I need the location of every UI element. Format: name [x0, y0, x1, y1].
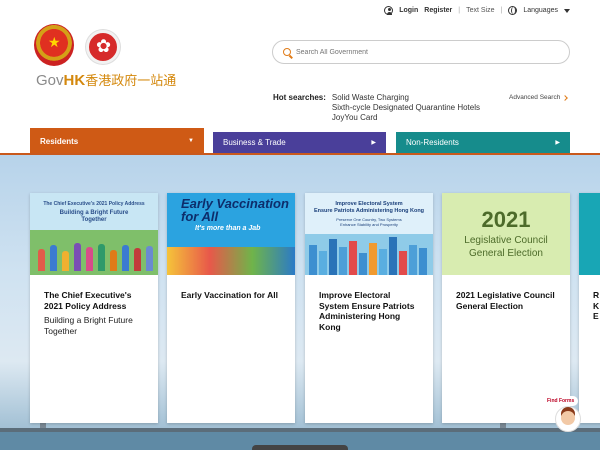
card-image: Early Vaccination for All It's more than… [167, 193, 295, 275]
tab-non-residents[interactable]: Non-Residents ▶ [396, 132, 570, 153]
card-title: Improve Electoral System Ensure Patriots… [319, 290, 415, 332]
find-forms-button[interactable]: Find Forms [543, 396, 587, 438]
text-size-button[interactable]: Text Size [466, 7, 494, 14]
arrow-right-icon: ▶ [371, 140, 376, 146]
hot-search-item[interactable]: JoyYou Card [332, 113, 480, 123]
card-early-vaccination[interactable]: Early Vaccination for All It's more than… [167, 193, 295, 423]
dropdown-arrow-icon: ▼ [188, 138, 194, 144]
hot-searches-label: Hot searches: [273, 93, 326, 102]
hot-searches-list: Solid Waste Charging Sixth-cycle Designa… [332, 93, 480, 123]
hot-searches: Hot searches: Solid Waste Charging Sixth… [273, 93, 480, 123]
tab-business-trade[interactable]: Business & Trade ▶ [213, 132, 386, 153]
top-utility-bar: Login Register | Text Size | Languages [384, 6, 570, 15]
hero-banner: The Chief Executive's 2021 Policy Addres… [0, 155, 600, 450]
card-subtitle: Building a Bright Future Together [44, 315, 133, 336]
hksar-emblem-icon: ✿ [86, 30, 120, 64]
card-image [579, 193, 600, 275]
caret-down-icon [564, 8, 570, 13]
prc-emblem-icon: ★ [34, 24, 74, 66]
login-link[interactable]: Login [399, 7, 418, 14]
card-image: The Chief Executive's 2021 Policy Addres… [30, 193, 158, 275]
separator: | [458, 7, 461, 14]
advanced-search-link[interactable]: Advanced Search [509, 94, 569, 101]
card-title: R K E [593, 290, 600, 321]
card-image: 2021 Legislative Council General Electio… [442, 193, 570, 275]
globe-icon [508, 6, 518, 15]
hot-search-item[interactable]: Solid Waste Charging [332, 93, 480, 103]
govhk-logo[interactable]: ★ ✿ GovHK香港政府一站通 [30, 24, 180, 94]
find-forms-label: Find Forms [543, 396, 579, 406]
chevron-right-icon [562, 94, 569, 101]
mascot-icon [555, 406, 581, 432]
logo-text: GovHK香港政府一站通 [36, 72, 177, 89]
card-electoral-system[interactable]: Improve Electoral System Ensure Patriots… [305, 193, 433, 423]
languages-dropdown[interactable]: Languages [523, 7, 558, 14]
register-link[interactable]: Register [424, 7, 452, 14]
search-icon [283, 48, 291, 56]
card-partial[interactable]: R K E [579, 193, 600, 423]
card-title: The Chief Executive's 2021 Policy Addres… [44, 290, 132, 311]
hot-search-item[interactable]: Sixth-cycle Designated Quarantine Hotels [332, 103, 480, 113]
tab-residents[interactable]: Residents ▼ [30, 128, 204, 154]
card-title: 2021 Legislative Council General Electio… [456, 290, 555, 311]
carousel-handle[interactable] [252, 445, 348, 450]
card-legco-election[interactable]: 2021 Legislative Council General Electio… [442, 193, 570, 423]
card-image: Improve Electoral System Ensure Patriots… [305, 193, 433, 275]
separator: | [500, 7, 503, 14]
user-icon [384, 6, 394, 15]
card-title: Early Vaccination for All [181, 290, 278, 300]
search-box[interactable] [272, 40, 570, 64]
search-input[interactable] [296, 48, 536, 56]
card-policy-address[interactable]: The Chief Executive's 2021 Policy Addres… [30, 193, 158, 423]
arrow-right-icon: ▶ [555, 140, 560, 146]
